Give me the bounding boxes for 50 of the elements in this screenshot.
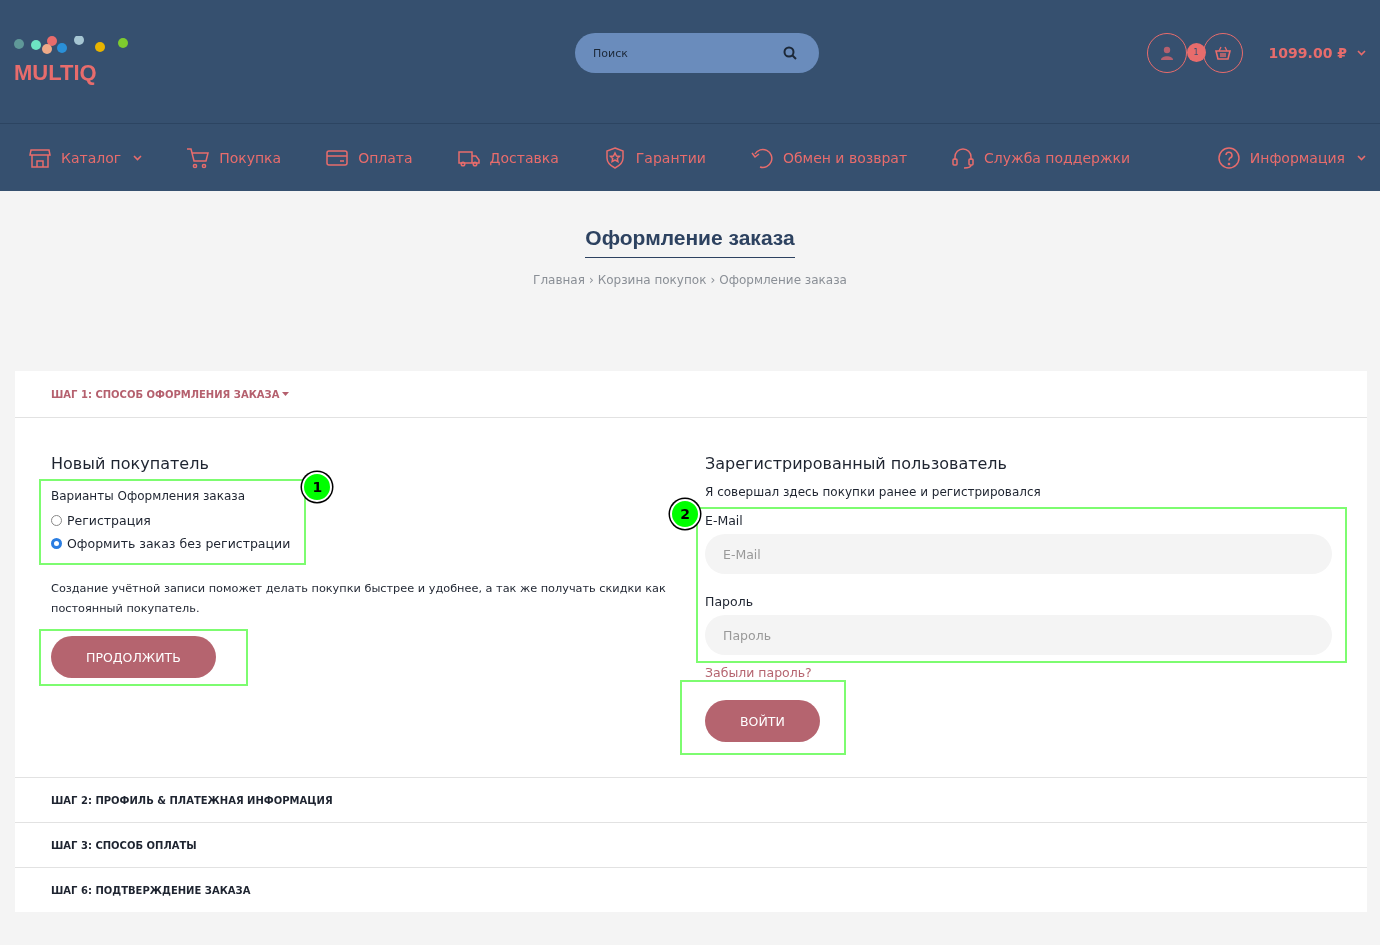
chevron-down-icon	[1357, 50, 1366, 56]
page-title: Оформление заказа	[585, 226, 795, 258]
nav-link[interactable]: Информация	[1216, 145, 1366, 170]
nav-link[interactable]: Обмен и возврат	[749, 145, 908, 170]
chevron-down-icon	[1357, 154, 1366, 161]
info-text: Создание учётной записи поможет делать покупки быстрее и удобнее, а так же получать скидки как постоянный покупатель.	[51, 581, 667, 617]
continue-button[interactable]: ПРОДОЛЖИТЬ	[51, 636, 216, 678]
breadcrumb-link[interactable]: Главная	[533, 273, 585, 287]
step-header[interactable]: ШАГ 1: СПОСОБ ОФОРМЛЕНИЯ ЗАКАЗА	[15, 371, 1367, 418]
section-heading: Зарегистрированный пользователь	[705, 454, 1007, 473]
cart-total-dropdown[interactable]: 1099.00 ₽	[1258, 45, 1366, 61]
nav-link[interactable]: Покупка	[186, 145, 282, 170]
nav-link[interactable]: Каталог	[28, 145, 143, 170]
input-field[interactable]: E-Mail	[705, 534, 1332, 574]
headset-icon	[951, 145, 976, 170]
cart-count-badge: 1	[1186, 43, 1206, 62]
logo[interactable]: MULTIQ	[14, 36, 134, 84]
radio-option[interactable]: Оформить заказ без регистрации	[51, 536, 291, 551]
info-text: Я совершал здесь покупки ранее и регистрировался	[705, 485, 1041, 499]
callout-badge: 1	[302, 472, 333, 502]
chevron-down-icon	[133, 154, 143, 161]
breadcrumb-separator: ›	[588, 273, 594, 287]
breadcrumb-link[interactable]: Корзина покупок	[597, 273, 707, 287]
forgot-password-link[interactable]: Забыли пароль?	[705, 665, 812, 680]
field-label: E-Mail	[705, 513, 744, 528]
nav-link[interactable]: Служба поддержки	[951, 145, 1131, 170]
nav-link[interactable]: Гарантии	[602, 145, 706, 170]
radio-button[interactable]	[51, 538, 62, 549]
nav-link[interactable]: Оплата	[325, 145, 413, 170]
field-label: Пароль	[705, 594, 754, 609]
radio-option[interactable]: Регистрация	[51, 513, 291, 528]
radio-button[interactable]	[51, 515, 62, 526]
input-field[interactable]: Пароль	[705, 615, 1332, 655]
cart-icon	[186, 145, 211, 170]
step-header[interactable]: ШАГ 2: ПРОФИЛЬ & ПЛАТЕЖНАЯ ИНФОРМАЦИЯ	[15, 778, 1367, 823]
breadcrumb-link[interactable]: Оформление заказа	[719, 273, 847, 287]
breadcrumb-separator: ›	[710, 273, 716, 287]
user-icon	[1159, 46, 1174, 60]
search-field[interactable]: Поиск	[575, 33, 819, 73]
basket-icon	[1214, 46, 1231, 60]
step-header[interactable]: ШАГ 6: ПОДТВЕРЖДЕНИЕ ЗАКАЗА	[15, 868, 1367, 912]
nav-link[interactable]: Доставка	[456, 145, 559, 170]
search-icon[interactable]	[783, 46, 797, 60]
section-heading: Новый покупатель	[51, 454, 209, 473]
caret-icon	[282, 392, 290, 396]
question-circle-icon	[1216, 145, 1241, 170]
step-header[interactable]: ШАГ 3: СПОСОБ ОПЛАТЫ	[15, 823, 1367, 868]
login-button[interactable]: ВОЙТИ	[705, 700, 820, 742]
callout-badge: 2	[670, 499, 700, 529]
options-label: Варианты Оформления заказа	[51, 489, 246, 503]
